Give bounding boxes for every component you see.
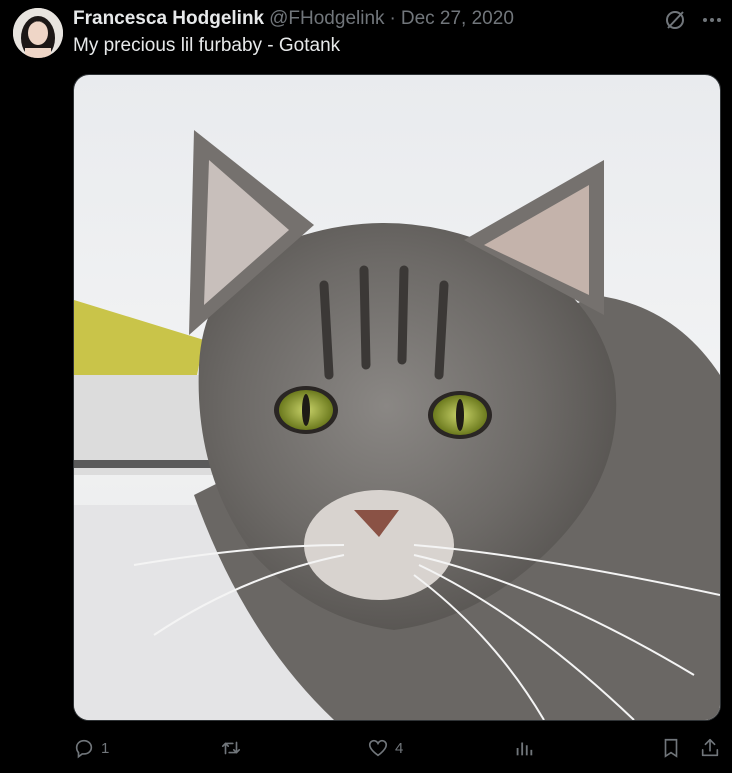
- author-handle[interactable]: @FHodgelink: [269, 8, 384, 30]
- tweet-date[interactable]: Dec 27, 2020: [401, 8, 514, 30]
- author-name[interactable]: Francesca Hodgelink: [73, 8, 264, 30]
- more-icon[interactable]: [700, 8, 724, 32]
- grok-icon[interactable]: [663, 8, 687, 32]
- share-button[interactable]: [699, 730, 721, 766]
- action-bar: 1 4: [0, 730, 732, 766]
- retweet-button[interactable]: [220, 730, 248, 766]
- views-button[interactable]: [513, 730, 535, 766]
- tweet-photo[interactable]: [73, 74, 721, 721]
- reply-icon: [75, 739, 93, 759]
- reply-button[interactable]: 1: [73, 730, 109, 766]
- avatar[interactable]: [13, 8, 63, 58]
- retweet-icon: [221, 741, 241, 755]
- like-count: 4: [395, 739, 404, 757]
- tweet-header: Francesca Hodgelink @FHodgelink · Dec 27…: [73, 8, 514, 30]
- like-icon: [368, 739, 388, 757]
- bookmark-icon: [664, 738, 678, 758]
- share-icon: [701, 738, 719, 757]
- reply-count: 1: [101, 739, 110, 757]
- bookmark-button[interactable]: [660, 730, 682, 766]
- tweet-text: My precious lil furbaby - Gotank: [73, 35, 341, 56]
- views-icon: [516, 742, 533, 756]
- separator: ·: [389, 8, 396, 29]
- like-button[interactable]: 4: [367, 730, 403, 766]
- tweet[interactable]: Francesca Hodgelink @FHodgelink · Dec 27…: [0, 0, 732, 773]
